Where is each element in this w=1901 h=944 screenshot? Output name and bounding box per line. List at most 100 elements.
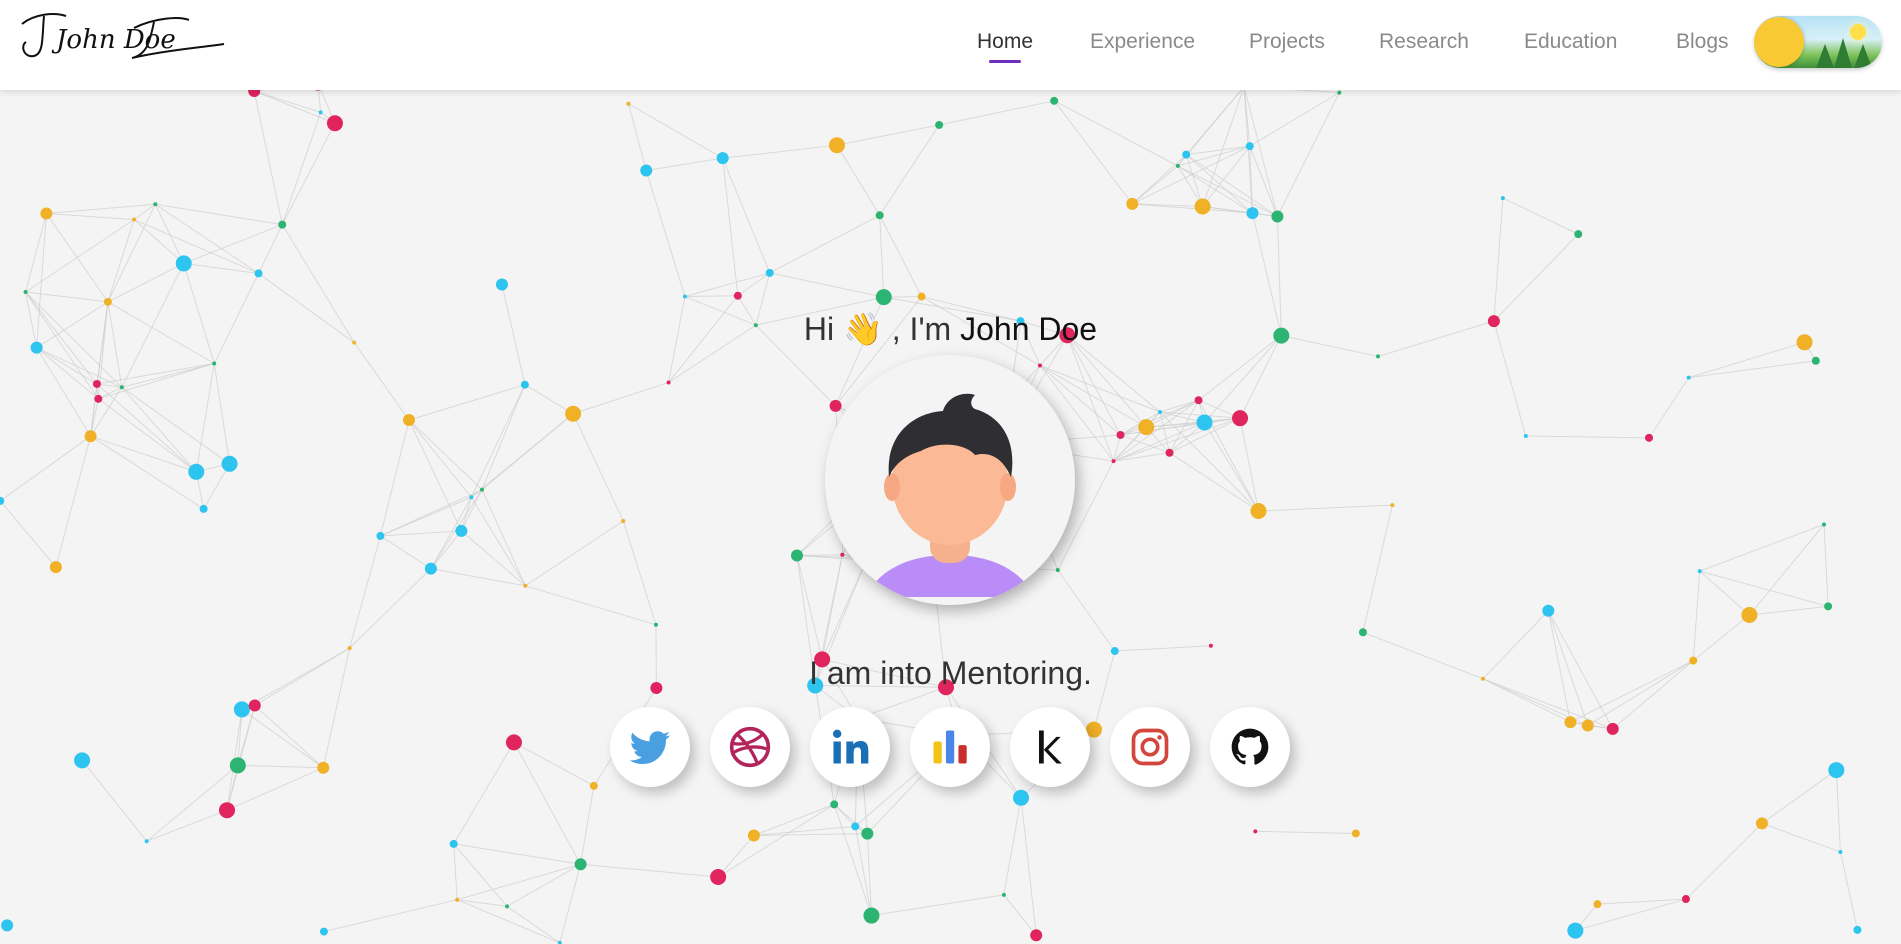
- network-node: [523, 583, 528, 588]
- network-node: [747, 829, 760, 842]
- network-link: [1204, 422, 1259, 512]
- network-link: [461, 530, 526, 587]
- nav-blogs[interactable]: Blogs: [1676, 30, 1729, 54]
- network-node: [1606, 722, 1619, 735]
- nav-research[interactable]: Research: [1379, 30, 1469, 54]
- network-link: [1761, 822, 1841, 853]
- tree-icon: [1834, 38, 1852, 68]
- social-links: [610, 707, 1310, 789]
- network-node: [1194, 396, 1203, 405]
- network-node: [403, 414, 416, 427]
- network-link: [1113, 452, 1170, 462]
- network-node: [861, 827, 874, 840]
- network-node: [74, 752, 91, 769]
- network-link: [349, 535, 381, 649]
- network-node: [319, 927, 328, 936]
- network-link: [1114, 645, 1211, 652]
- network-node: [626, 101, 631, 106]
- network-node: [666, 380, 671, 385]
- network-node: [84, 430, 97, 443]
- dribbble-link[interactable]: [710, 707, 790, 787]
- network-node: [1567, 922, 1584, 939]
- tagline-prefix: I am into: [809, 655, 932, 691]
- network-link: [684, 295, 738, 298]
- kaggle-link[interactable]: [1010, 707, 1090, 787]
- network-node: [1741, 607, 1758, 624]
- network-link: [380, 535, 432, 570]
- network-node: [621, 518, 626, 523]
- network-link: [525, 520, 624, 587]
- network-link: [0, 435, 91, 502]
- network-link: [722, 144, 837, 159]
- nav-experience[interactable]: Experience: [1090, 30, 1195, 54]
- greeting-prefix: Hi: [803, 311, 835, 347]
- network-node: [710, 868, 727, 885]
- network-link: [453, 843, 458, 900]
- network-link: [939, 100, 1055, 126]
- network-link: [769, 214, 880, 274]
- network-node: [144, 839, 149, 844]
- network-link: [408, 384, 526, 421]
- network-link: [353, 342, 410, 421]
- network-link: [1255, 830, 1356, 834]
- network-node: [574, 858, 587, 871]
- network-link: [1053, 100, 1179, 167]
- network-node: [1110, 647, 1119, 656]
- network-node: [505, 734, 522, 751]
- network-node: [1037, 363, 1042, 368]
- network-node: [49, 561, 62, 574]
- theme-toggle[interactable]: [1754, 16, 1882, 68]
- network-node: [1542, 604, 1555, 617]
- network-node: [318, 110, 323, 115]
- network-node: [1208, 643, 1213, 648]
- network-link: [254, 90, 321, 113]
- network-link: [1249, 145, 1278, 217]
- network-link: [36, 347, 92, 437]
- network-link: [107, 262, 184, 303]
- network-link: [25, 291, 108, 303]
- network-link: [96, 383, 197, 473]
- github-link[interactable]: [1210, 707, 1290, 787]
- network-link: [146, 809, 228, 842]
- instagram-link[interactable]: [1110, 707, 1190, 787]
- network-node: [1271, 210, 1284, 223]
- tree-icon: [1854, 44, 1872, 68]
- network-link: [98, 398, 197, 473]
- network-node: [1574, 230, 1583, 239]
- network-node: [23, 289, 28, 294]
- network-node: [640, 164, 653, 177]
- network-link: [430, 568, 526, 587]
- network-link: [879, 215, 923, 297]
- network-node: [1811, 356, 1820, 365]
- network-link: [379, 419, 410, 537]
- network-link: [1202, 145, 1251, 207]
- wave-emoji-icon: 👋: [843, 311, 883, 347]
- network-node: [218, 802, 235, 819]
- network-node: [455, 897, 460, 902]
- network-link: [253, 90, 283, 225]
- network-node: [1050, 96, 1059, 105]
- analytics-link[interactable]: [910, 707, 990, 787]
- linkedin-link[interactable]: [810, 707, 890, 787]
- network-link: [506, 905, 561, 944]
- network-node: [1175, 163, 1180, 168]
- nav-education[interactable]: Education: [1524, 30, 1617, 54]
- network-node: [1182, 150, 1191, 159]
- network-link: [46, 212, 135, 221]
- network-link: [580, 785, 595, 865]
- network-link: [237, 764, 324, 769]
- twitter-link[interactable]: [610, 707, 690, 787]
- network-link: [183, 224, 283, 264]
- nav-home[interactable]: Home: [977, 30, 1033, 63]
- nav-projects[interactable]: Projects: [1249, 30, 1325, 54]
- network-link: [349, 568, 432, 649]
- network-node: [790, 549, 803, 562]
- network-node: [449, 839, 458, 848]
- network-node: [1165, 448, 1174, 457]
- network-link: [1239, 418, 1259, 512]
- network-node: [119, 385, 124, 390]
- network-link: [1835, 770, 1841, 852]
- network-link: [1525, 435, 1650, 439]
- network-node: [1853, 925, 1862, 934]
- network-link: [1020, 797, 1037, 936]
